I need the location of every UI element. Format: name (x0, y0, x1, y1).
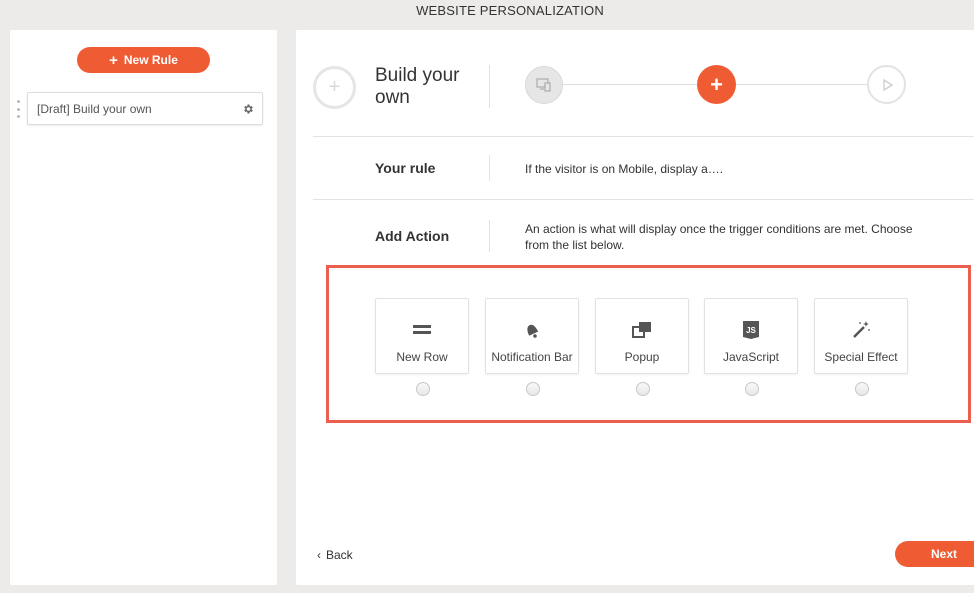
wizard-title: Build your own (375, 65, 460, 108)
radio-special-effect[interactable] (855, 382, 869, 396)
wizard-panel: + Build your own + Your rule If the visi… (296, 30, 974, 585)
back-button[interactable]: ‹ Back (317, 548, 353, 562)
action-new-row[interactable]: New Row (375, 298, 469, 374)
svg-text:JS: JS (746, 326, 756, 335)
page-title: WEBSITE PERSONALIZATION (416, 3, 604, 18)
rule-item[interactable]: [Draft] Build your own (27, 92, 263, 125)
action-javascript[interactable]: JS JavaScript (704, 298, 798, 374)
add-action-text: An action is what will display once the … (525, 222, 913, 252)
device-icon (536, 78, 551, 92)
your-rule-label: Your rule (375, 160, 436, 176)
add-circle-icon: + (313, 66, 356, 109)
bell-icon (523, 319, 541, 341)
play-icon (882, 78, 893, 91)
radio-notification-bar[interactable] (526, 382, 540, 396)
step-play[interactable] (867, 65, 906, 104)
section-divider (313, 199, 974, 200)
action-special-effect[interactable]: Special Effect (814, 298, 908, 374)
action-label: JavaScript (722, 350, 780, 364)
drag-handle-icon[interactable] (15, 100, 21, 118)
radio-popup[interactable] (636, 382, 650, 396)
action-label: Popup (624, 350, 660, 364)
action-options-highlight: New Row Notification Bar Popup JS JavaSc… (326, 265, 971, 423)
rules-sidebar: + New Rule [Draft] Build your own (10, 30, 277, 585)
your-rule-text: If the visitor is on Mobile, display a…. (525, 162, 724, 176)
js-icon: JS (742, 319, 760, 341)
action-popup[interactable]: Popup (595, 298, 689, 374)
next-button[interactable]: Next (895, 541, 974, 567)
action-label: Special Effect (824, 350, 898, 364)
magic-wand-icon (851, 319, 871, 341)
popup-icon (632, 319, 652, 341)
plus-icon: + (109, 51, 118, 69)
radio-new-row[interactable] (416, 382, 430, 396)
equals-icon (413, 319, 431, 341)
divider (489, 155, 490, 181)
new-rule-button[interactable]: + New Rule (77, 47, 210, 73)
divider (489, 65, 490, 108)
section-divider (313, 136, 974, 137)
step-device[interactable] (525, 66, 563, 104)
plus-icon: + (710, 71, 723, 97)
new-rule-label: New Rule (123, 53, 178, 67)
gear-icon[interactable] (242, 103, 254, 115)
chevron-left-icon: ‹ (317, 548, 321, 562)
action-label: New Row (396, 350, 448, 364)
divider (489, 220, 490, 252)
back-label: Back (326, 548, 353, 562)
action-notification-bar[interactable]: Notification Bar (485, 298, 579, 374)
step-add[interactable]: + (697, 65, 736, 104)
rule-item-label: [Draft] Build your own (37, 101, 152, 116)
add-action-label: Add Action (375, 228, 450, 244)
radio-javascript[interactable] (745, 382, 759, 396)
action-label: Notification Bar (491, 350, 573, 364)
